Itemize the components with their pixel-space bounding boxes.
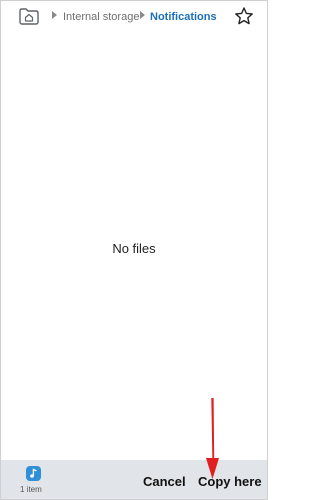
clipboard-count: 1 item [20, 485, 42, 494]
home-folder-icon[interactable] [18, 6, 40, 26]
music-file-icon [26, 466, 41, 481]
annotation-arrow-icon [206, 398, 219, 479]
clipboard-item[interactable]: 1 item [20, 466, 46, 496]
file-manager-screen: Internal storage Notifications No files … [0, 0, 268, 500]
breadcrumb-internal-storage[interactable]: Internal storage [63, 10, 139, 24]
breadcrumb-separator-icon [52, 11, 57, 19]
cancel-button[interactable]: Cancel [143, 474, 186, 489]
star-outline-icon[interactable] [234, 6, 254, 26]
breadcrumb-notifications[interactable]: Notifications [150, 10, 217, 24]
breadcrumb-separator-icon [140, 11, 145, 19]
empty-folder-message: No files [112, 241, 156, 256]
copy-action-bar: 1 item Cancel Copy here [1, 460, 267, 499]
top-bar: Internal storage Notifications [1, 1, 267, 33]
